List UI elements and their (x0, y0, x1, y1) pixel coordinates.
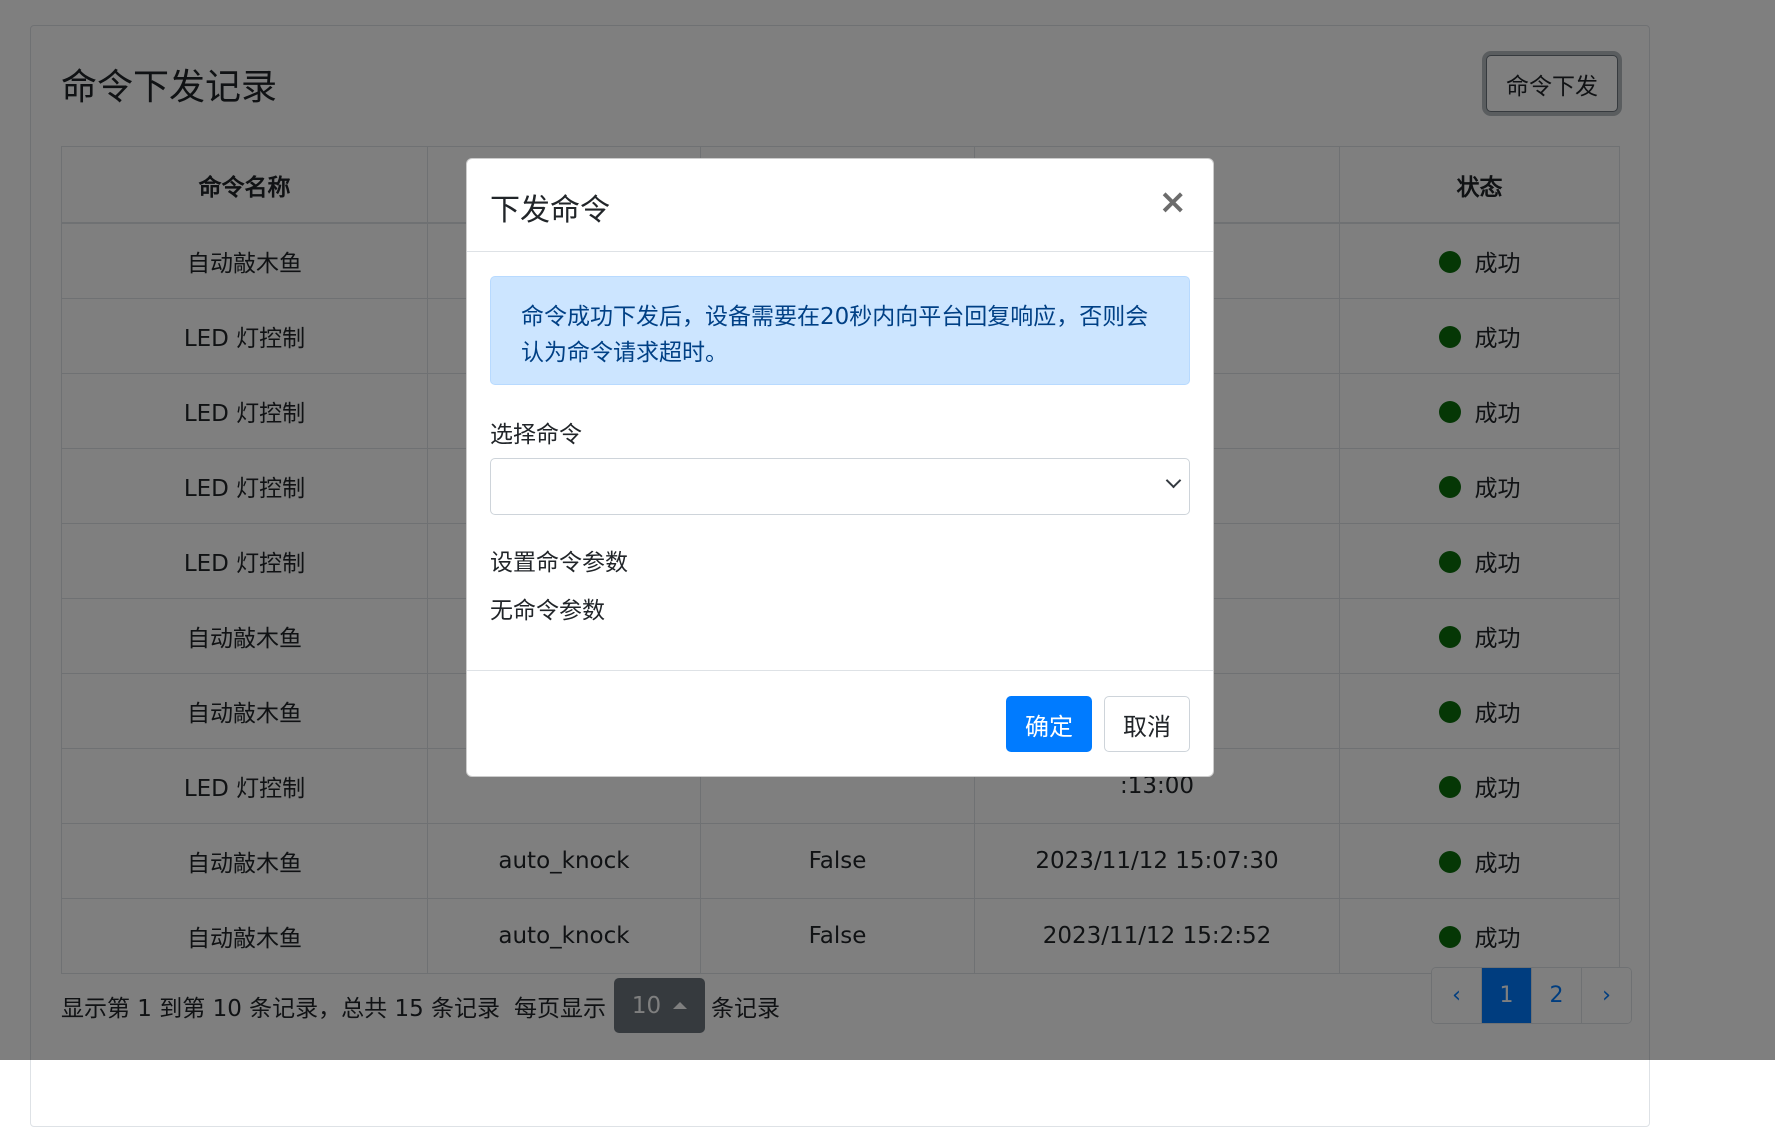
no-params-text: 无命令参数 (490, 598, 605, 624)
select-command-label: 选择命令 (490, 422, 582, 448)
confirm-button[interactable]: 确定 (1006, 696, 1092, 752)
close-icon[interactable]: × (1159, 185, 1188, 219)
chevron-down-icon (1165, 472, 1182, 489)
command-select[interactable] (490, 458, 1190, 515)
modal-header: 下发命令 × (467, 159, 1213, 252)
modal-footer-divider (467, 670, 1213, 671)
timeout-alert: 命令成功下发后，设备需要在20秒内向平台回复响应，否则会认为命令请求超时。 (490, 276, 1190, 385)
cancel-button[interactable]: 取消 (1104, 696, 1190, 752)
command-params-label: 设置命令参数 (490, 550, 628, 576)
send-command-modal: 下发命令 × 命令成功下发后，设备需要在20秒内向平台回复响应，否则会认为命令请… (466, 158, 1214, 777)
modal-title: 下发命令 (490, 193, 610, 228)
